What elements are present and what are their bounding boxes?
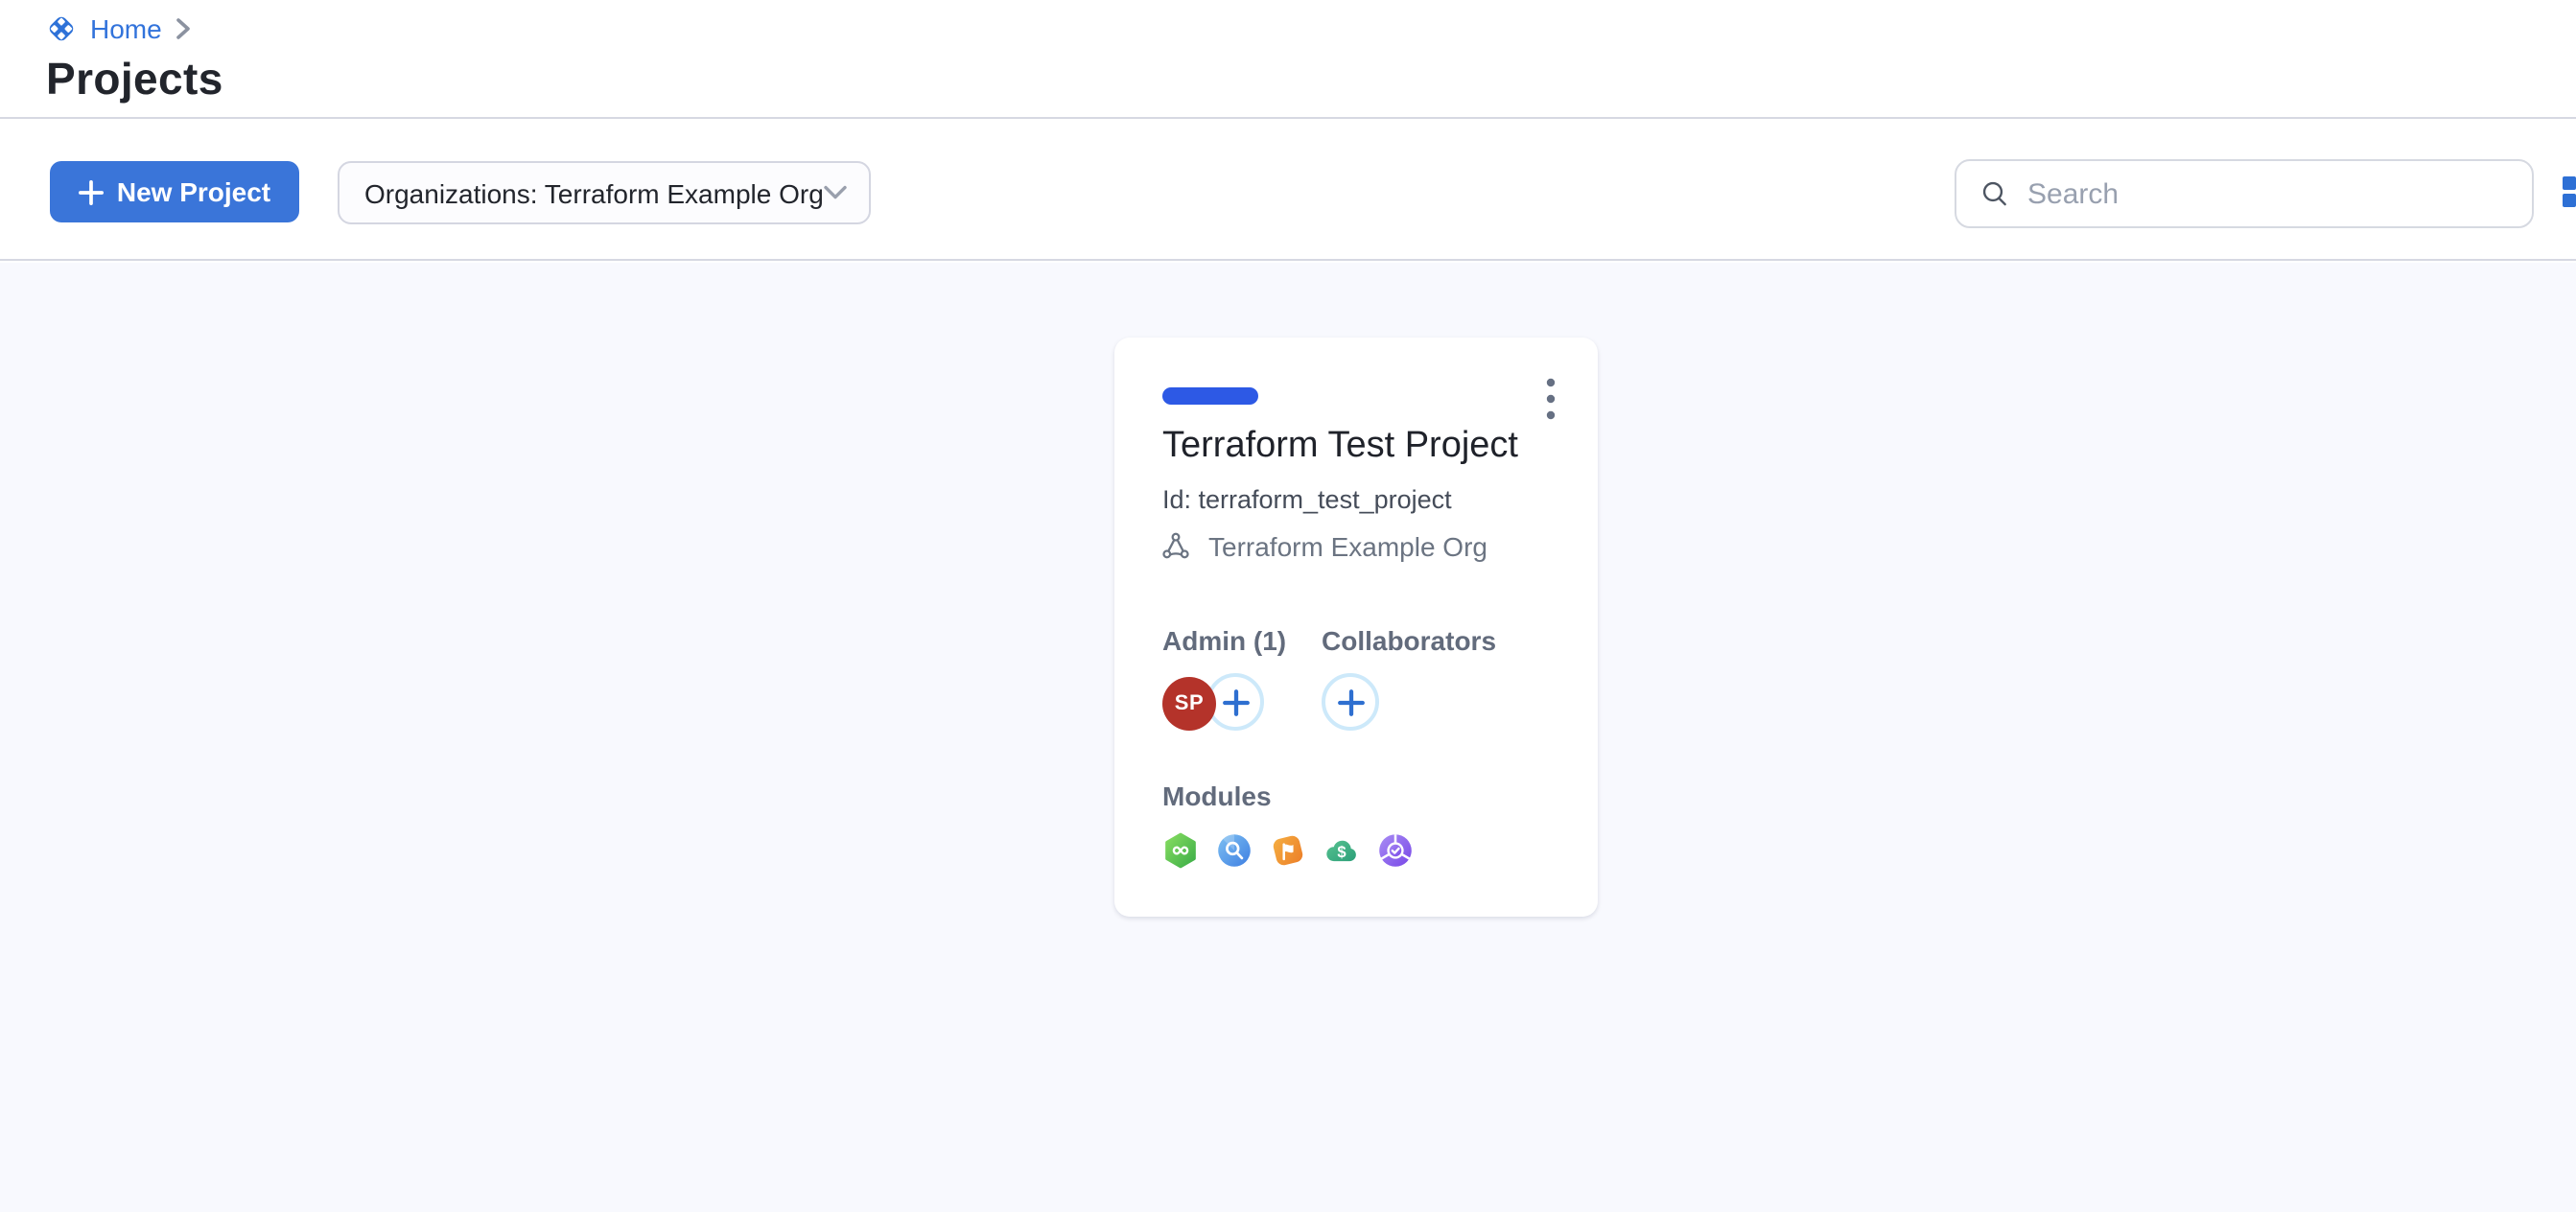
page-title: Projects [46,54,223,105]
organizations-filter-dropdown[interactable]: Organizations: Terraform Example Org [338,161,871,224]
project-menu-button[interactable] [1529,374,1571,424]
toolbar: New Project Organizations: Terraform Exa… [0,121,2576,261]
flag-module-icon[interactable] [1270,832,1306,869]
breadcrumb-home-label: Home [90,13,162,44]
organization-icon [1160,531,1191,562]
add-collaborator-button[interactable] [1322,673,1379,731]
modules-section-label: Modules [1162,781,1272,811]
organizations-filter-label: Organizations: Terraform Example Org [364,177,824,208]
project-organization-link[interactable]: Terraform Example Org [1160,531,1487,562]
viewport: Home Projects New Project Organizations:… [0,0,2576,1212]
infinity-module-icon[interactable] [1162,832,1199,869]
project-organization-name: Terraform Example Org [1208,531,1487,562]
app-logo-icon [46,13,77,44]
grid-view-toggle[interactable] [2563,176,2576,207]
dollar-cloud-module-icon[interactable]: $ [1323,832,1360,869]
page-header: Home Projects [0,0,2576,119]
search-input[interactable] [2027,177,2509,210]
search-icon [1979,178,2010,209]
admin-avatar[interactable]: SP [1162,677,1216,731]
magnifier-module-icon[interactable] [1216,832,1253,869]
grid-square [2563,176,2576,190]
collaborators-section-label: Collaborators [1322,625,1496,656]
chevron-right-icon [176,17,193,40]
project-id: Id: terraform_test_project [1162,485,1452,514]
plus-icon [79,179,104,204]
grid-square [2563,194,2576,207]
check-pie-module-icon[interactable] [1377,832,1414,869]
app: Home Projects New Project Organizations:… [0,0,2576,1212]
project-title[interactable]: Terraform Test Project [1162,426,1518,468]
plus-icon [1221,688,1250,716]
plus-icon [1336,688,1365,716]
admin-section-label: Admin (1) [1162,625,1286,656]
chevron-down-icon [824,184,849,201]
project-card: Terraform Test Project Id: terraform_tes… [1114,338,1598,917]
project-color-pill [1162,387,1258,405]
projects-content-area: Terraform Test Project Id: terraform_tes… [0,263,2576,1212]
new-project-button[interactable]: New Project [50,161,299,222]
breadcrumb: Home [46,12,193,46]
svg-text:$: $ [1337,843,1346,861]
new-project-label: New Project [117,176,270,207]
kebab-menu-icon [1545,378,1555,420]
modules-row: $ [1162,832,1414,869]
breadcrumb-home-link[interactable]: Home [90,13,162,44]
search-box [1955,159,2534,228]
